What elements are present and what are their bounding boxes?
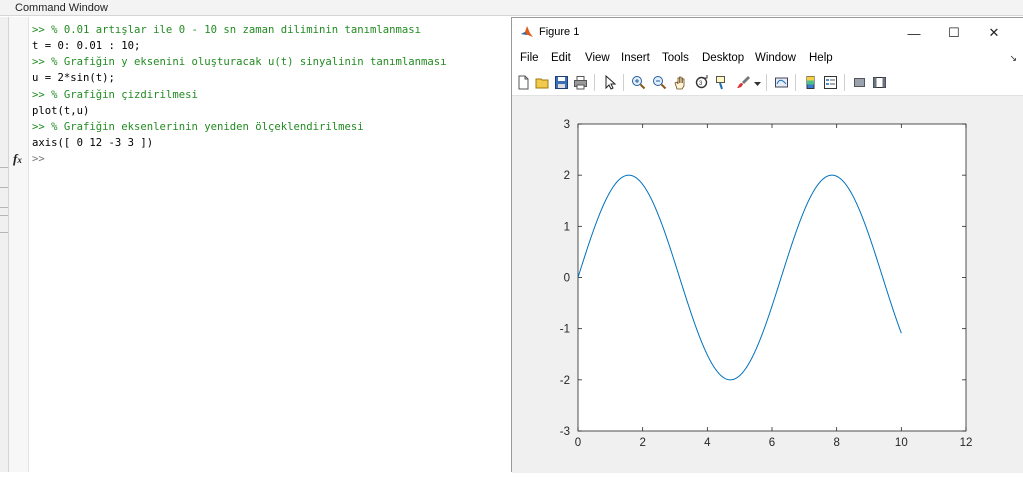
command-code-line: t = 0: 0.01 : 10; <box>32 40 141 53</box>
fx-icon[interactable]: fx <box>13 151 22 167</box>
chart-svg[interactable]: 0 2 4 6 8 10 123210-1-2-3 <box>512 96 1023 473</box>
link-plot-icon[interactable] <box>774 75 789 90</box>
command-window-gutter <box>9 17 29 472</box>
command-code-line: plot(t,u) <box>32 104 90 117</box>
y-tick-label: 1 <box>564 221 570 233</box>
y-tick-label: 3 <box>564 119 570 131</box>
rotate-3d-icon[interactable]: 3 <box>694 75 709 90</box>
colorbar-icon[interactable] <box>803 75 818 90</box>
command-prompt[interactable]: >> <box>32 153 45 165</box>
legend-icon[interactable] <box>823 75 838 90</box>
menu-insert[interactable]: Insert <box>621 52 650 64</box>
zoom-out-icon[interactable] <box>652 75 667 90</box>
x-tick-label: 8 <box>833 437 839 449</box>
y-tick-label: 0 <box>564 273 570 285</box>
axes-box <box>577 123 967 432</box>
x-tick-label: 2 <box>639 437 645 449</box>
open-file-icon[interactable] <box>535 75 550 90</box>
menu-desktop[interactable]: Desktop <box>702 52 744 64</box>
menu-window[interactable]: Window <box>755 52 796 64</box>
select-arrow-icon[interactable] <box>602 75 617 90</box>
close-button[interactable]: ✕ <box>974 18 1014 48</box>
menu-view[interactable]: View <box>585 52 610 64</box>
hide-plot-tools-icon[interactable] <box>852 75 867 90</box>
print-icon[interactable] <box>573 75 588 90</box>
command-comment-line: >> % Grafiğin eksenlerinin yeniden ölçek… <box>32 120 364 133</box>
command-window-header: Command Window <box>0 0 1023 16</box>
x-tick-label: 0 <box>575 437 581 449</box>
menu-tools[interactable]: Tools <box>662 52 689 64</box>
x-tick-label: 6 <box>769 437 775 449</box>
new-figure-icon[interactable] <box>516 75 531 90</box>
menu-edit[interactable]: Edit <box>551 52 571 64</box>
command-code-line: axis([ 0 12 -3 3 ]) <box>32 136 154 149</box>
menu-help[interactable]: Help <box>809 52 833 64</box>
command-window-content[interactable]: >> % 0.01 artışlar ile 0 - 10 sn zaman d… <box>32 22 512 167</box>
save-icon[interactable] <box>554 75 569 90</box>
svg-text:3: 3 <box>699 81 703 87</box>
dock-arrow-icon[interactable]: ↘ <box>1009 53 1017 64</box>
plot-area: 0 2 4 6 8 10 12 3 2 1 0 -1 -2 -3 <box>512 96 1023 473</box>
figure-menubar: File Edit View Insert Tools Desktop Wind… <box>512 48 1023 70</box>
zoom-in-icon[interactable] <box>631 75 646 90</box>
left-panel-strip[interactable] <box>0 17 9 472</box>
brush-dropdown-icon[interactable] <box>753 75 762 90</box>
maximize-button[interactable]: ☐ <box>934 18 974 48</box>
brush-icon[interactable] <box>736 75 751 90</box>
matlab-logo-icon <box>521 26 533 37</box>
y-tick-label: -3 <box>560 426 570 438</box>
menu-file[interactable]: File <box>520 52 539 64</box>
show-plot-tools-icon[interactable] <box>872 75 887 90</box>
command-window-title: Command Window <box>15 2 108 14</box>
command-code-line: u = 2*sin(t); <box>32 72 115 85</box>
command-comment-line: >> % Grafiğin y eksenini oluşturacak u(t… <box>32 56 447 69</box>
command-comment-line: >> % 0.01 artışlar ile 0 - 10 sn zaman d… <box>32 24 422 36</box>
figure-toolbar: 3 <box>512 70 1023 96</box>
y-tick-label: 2 <box>564 170 570 182</box>
pan-hand-icon[interactable] <box>673 75 688 90</box>
figure-titlebar[interactable]: Figure 1 — ☐ ✕ <box>512 18 1023 48</box>
x-tick-label: 12 <box>960 437 973 449</box>
y-tick-label: -1 <box>560 324 570 336</box>
figure-window[interactable]: Figure 1 — ☐ ✕ File Edit View Insert Too… <box>511 17 1023 473</box>
x-tick-label: 4 <box>704 437 711 449</box>
command-comment-line: >> % Grafiğin çizdirilmesi <box>32 88 198 101</box>
minimize-button[interactable]: — <box>894 18 934 48</box>
x-tick-label: 10 <box>895 437 908 449</box>
data-cursor-icon[interactable] <box>715 75 730 90</box>
figure-title: Figure 1 <box>539 26 580 38</box>
y-tick-label: -2 <box>560 375 570 387</box>
